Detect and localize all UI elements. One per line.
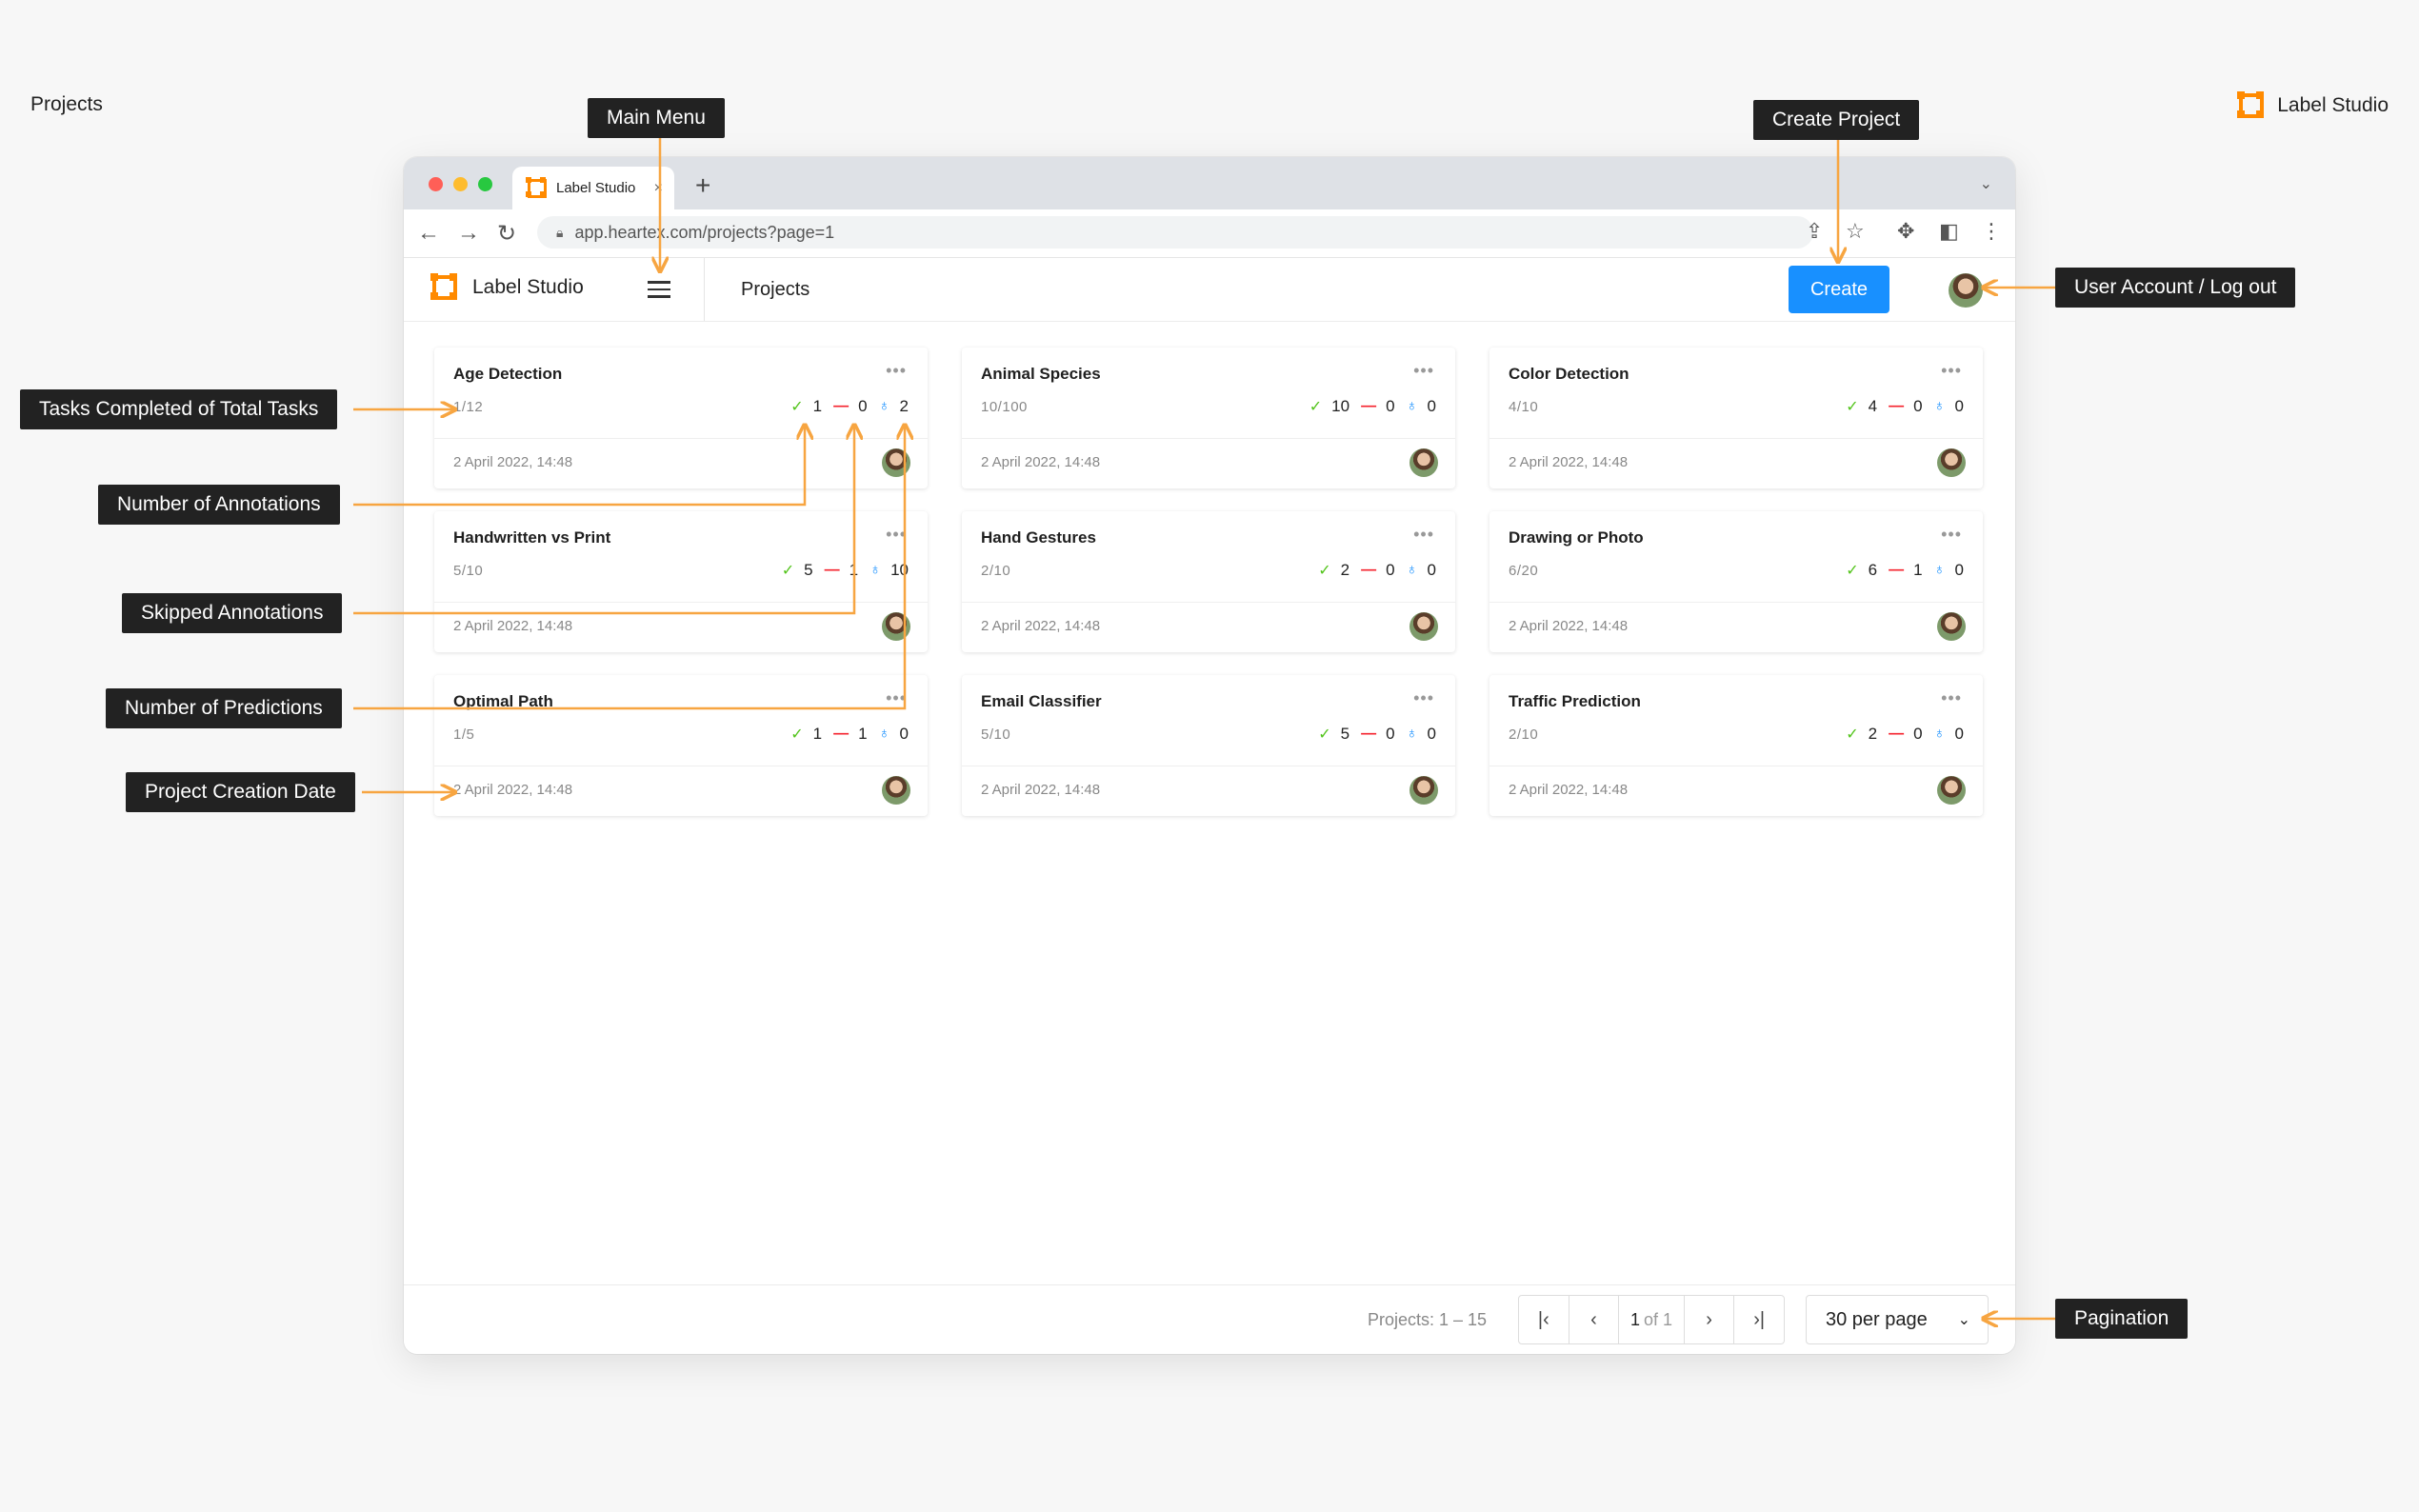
arrow-num-predictions xyxy=(353,425,905,710)
arrow-skipped-annotations xyxy=(353,425,854,615)
callout-arrows xyxy=(353,138,2055,1512)
arrow-num-annotations xyxy=(353,425,805,507)
